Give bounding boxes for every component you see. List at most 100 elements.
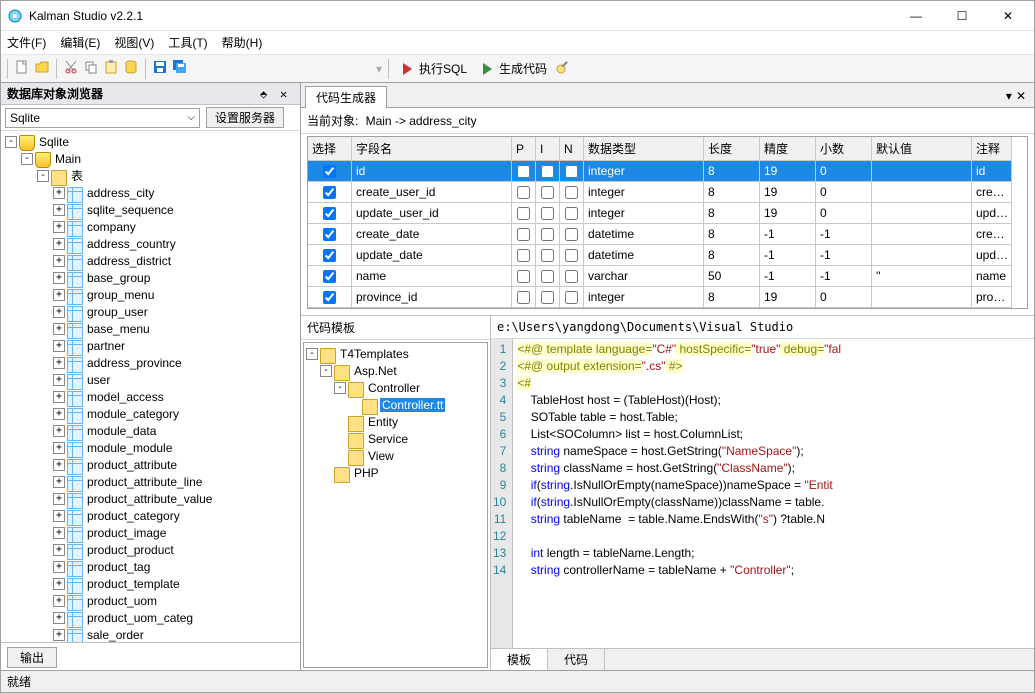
grid-header[interactable]: N (560, 137, 584, 161)
grid-cell[interactable] (536, 287, 560, 308)
template-tree-item[interactable]: -Asp.Net (304, 362, 487, 379)
grid-cell[interactable] (536, 182, 560, 203)
grid-cell[interactable]: cre… (972, 224, 1012, 245)
grid-cell[interactable]: -1 (760, 266, 816, 287)
tree-item[interactable]: +address_country (3, 235, 300, 252)
copy-icon[interactable] (83, 59, 99, 78)
close-button[interactable]: ✕ (994, 9, 1022, 23)
tree-item[interactable]: +address_city (3, 184, 300, 201)
grid-cell[interactable] (512, 161, 536, 182)
output-tab[interactable]: 输出 (7, 647, 57, 668)
tree-item[interactable]: +product_attribute_value (3, 490, 300, 507)
grid-cell[interactable] (872, 182, 972, 203)
menu-view[interactable]: 视图(V) (114, 34, 154, 51)
grid-cell[interactable]: 8 (704, 245, 760, 266)
tab-codegen[interactable]: 代码生成器 (305, 86, 387, 108)
cut-icon[interactable] (63, 59, 79, 78)
grid-checkbox[interactable] (517, 249, 530, 262)
set-server-button[interactable]: 设置服务器 (206, 107, 284, 128)
tree-item[interactable]: +group_menu (3, 286, 300, 303)
grid-header[interactable]: 默认值 (872, 137, 972, 161)
grid-cell[interactable]: '' (872, 266, 972, 287)
grid-cell[interactable]: datetime (584, 245, 704, 266)
grid-cell[interactable] (560, 224, 584, 245)
grid-checkbox[interactable] (517, 186, 530, 199)
grid-cell[interactable] (308, 203, 352, 224)
grid-cell[interactable]: upd… (972, 203, 1012, 224)
grid-cell[interactable] (536, 161, 560, 182)
grid-cell[interactable]: cre… (972, 182, 1012, 203)
grid-checkbox[interactable] (541, 165, 554, 178)
grid-cell[interactable] (512, 266, 536, 287)
grid-cell[interactable] (308, 287, 352, 308)
tree-item[interactable]: +sale_order (3, 626, 300, 642)
save-icon[interactable] (152, 59, 168, 78)
grid-cell[interactable]: -1 (816, 245, 872, 266)
grid-cell[interactable] (308, 182, 352, 203)
grid-checkbox[interactable] (517, 165, 530, 178)
tree-item[interactable]: +base_group (3, 269, 300, 286)
grid-checkbox[interactable] (323, 207, 336, 220)
grid-cell[interactable] (872, 287, 972, 308)
grid-cell[interactable]: create_user_id (352, 182, 512, 203)
grid-header[interactable]: 小数 (816, 137, 872, 161)
grid-cell[interactable]: -1 (816, 266, 872, 287)
tree-item[interactable]: +product_attribute_line (3, 473, 300, 490)
grid-cell[interactable]: update_date (352, 245, 512, 266)
grid-header[interactable]: 选择 (308, 137, 352, 161)
tree-item[interactable]: +product_product (3, 541, 300, 558)
grid-cell[interactable]: 8 (704, 203, 760, 224)
tree-item[interactable]: +module_module (3, 439, 300, 456)
grid-cell[interactable] (872, 224, 972, 245)
grid-cell[interactable]: 19 (760, 203, 816, 224)
minimize-button[interactable]: — (902, 9, 930, 23)
grid-cell[interactable] (536, 245, 560, 266)
grid-cell[interactable] (560, 287, 584, 308)
new-file-icon[interactable] (14, 59, 30, 78)
grid-cell[interactable]: integer (584, 203, 704, 224)
grid-checkbox[interactable] (323, 291, 336, 304)
template-tree-item[interactable]: Controller.tt (304, 396, 487, 413)
grid-header[interactable]: 精度 (760, 137, 816, 161)
grid-cell[interactable]: 0 (816, 182, 872, 203)
grid-cell[interactable] (536, 266, 560, 287)
template-tree-item[interactable]: PHP (304, 464, 487, 481)
grid-cell[interactable] (512, 182, 536, 203)
paste-icon[interactable] (103, 59, 119, 78)
tree-item[interactable]: +base_menu (3, 320, 300, 337)
grid-header[interactable]: 字段名 (352, 137, 512, 161)
tree-item[interactable]: +sqlite_sequence (3, 201, 300, 218)
saveall-icon[interactable] (172, 59, 188, 78)
grid-cell[interactable]: 19 (760, 161, 816, 182)
template-tree-item[interactable]: -Controller (304, 379, 487, 396)
template-tree-item[interactable]: -T4Templates (304, 345, 487, 362)
maximize-button[interactable]: ☐ (948, 9, 976, 23)
grid-cell[interactable]: -1 (760, 245, 816, 266)
tree-item[interactable]: +product_image (3, 524, 300, 541)
grid-header[interactable]: P (512, 137, 536, 161)
open-file-icon[interactable] (34, 59, 50, 78)
grid-header[interactable]: 注释 (972, 137, 1012, 161)
tree-item[interactable]: -Main (3, 150, 300, 167)
tree-item[interactable]: +address_district (3, 252, 300, 269)
grid-cell[interactable] (308, 266, 352, 287)
tree-item[interactable]: +group_user (3, 303, 300, 320)
tree-item[interactable]: +address_province (3, 354, 300, 371)
grid-cell[interactable]: update_user_id (352, 203, 512, 224)
grid-checkbox[interactable] (565, 207, 578, 220)
run-sql-button[interactable]: 执行SQL (395, 60, 471, 77)
grid-cell[interactable]: integer (584, 161, 704, 182)
tab-dropdown-icon[interactable]: ▾ (1006, 89, 1012, 103)
grid-cell[interactable]: datetime (584, 224, 704, 245)
grid-checkbox[interactable] (323, 228, 336, 241)
template-tree-item[interactable]: Service (304, 430, 487, 447)
template-tree[interactable]: -T4Templates-Asp.Net-ControllerControlle… (303, 342, 488, 668)
db-tool-icon[interactable] (123, 59, 139, 78)
grid-cell[interactable]: 8 (704, 224, 760, 245)
panel-close-icon[interactable]: ✕ (280, 87, 294, 101)
template-tree-item[interactable]: Entity (304, 413, 487, 430)
grid-cell[interactable] (308, 161, 352, 182)
tree-item[interactable]: +module_data (3, 422, 300, 439)
tree-item[interactable]: +company (3, 218, 300, 235)
grid-header[interactable]: 长度 (704, 137, 760, 161)
